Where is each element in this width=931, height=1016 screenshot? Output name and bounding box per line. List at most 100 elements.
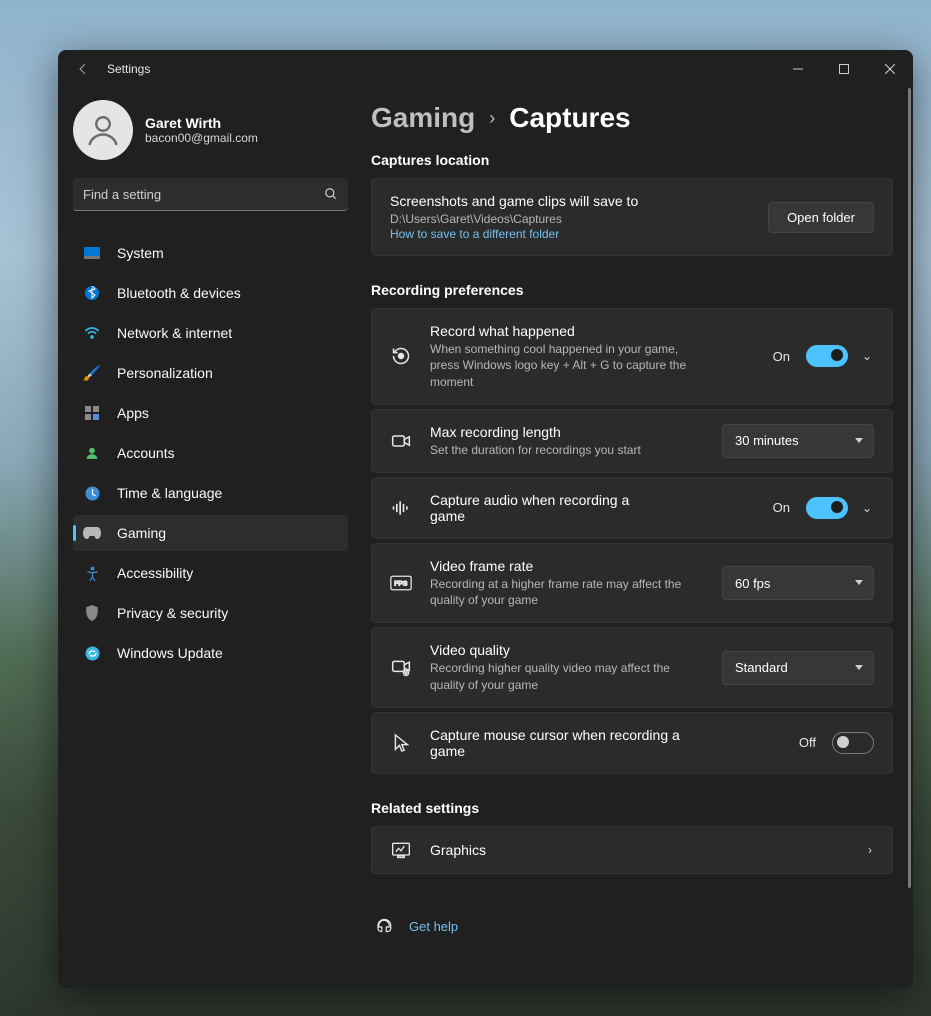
- display-icon: [83, 247, 101, 259]
- setting-title: Record what happened: [430, 323, 755, 339]
- record-toggle[interactable]: [806, 345, 848, 367]
- sidebar-item-accessibility[interactable]: Accessibility: [73, 555, 348, 591]
- maximize-button[interactable]: [821, 53, 867, 85]
- recording-preferences-section: Recording preferences Record what happen…: [371, 282, 893, 774]
- update-icon: [83, 646, 101, 661]
- content-pane: Gaming › Captures Captures location Scre…: [363, 88, 913, 988]
- setting-title: Video frame rate: [430, 558, 704, 574]
- nav-label: Personalization: [117, 365, 213, 381]
- setting-title: Capture audio when recording a game: [430, 492, 660, 524]
- nav-label: Bluetooth & devices: [117, 285, 241, 301]
- clock-icon: [83, 486, 101, 501]
- page-title: Captures: [509, 102, 630, 134]
- search-input[interactable]: Find a setting: [73, 178, 348, 211]
- help-icon: [375, 918, 393, 936]
- sidebar-item-windows-update[interactable]: Windows Update: [73, 635, 348, 671]
- nav-label: Time & language: [117, 485, 222, 501]
- captures-location-section: Captures location Screenshots and game c…: [371, 152, 893, 256]
- captures-location-path: D:\Users\Garet\Videos\Captures: [390, 211, 750, 227]
- setting-title: Max recording length: [430, 424, 704, 440]
- maximize-icon: [839, 64, 849, 74]
- nav-label: Accounts: [117, 445, 175, 461]
- back-button[interactable]: [73, 59, 93, 79]
- sidebar-item-apps[interactable]: Apps: [73, 395, 348, 431]
- chevron-down-icon[interactable]: ⌄: [860, 501, 874, 515]
- nav-label: Apps: [117, 405, 149, 421]
- minimize-icon: [793, 64, 803, 74]
- audio-toggle[interactable]: [806, 497, 848, 519]
- settings-window: Settings Garet Wirth bacon00@gmail.com: [58, 50, 913, 988]
- max-length-select[interactable]: 30 minutes: [722, 424, 874, 458]
- profile-name: Garet Wirth: [145, 115, 258, 131]
- sidebar-item-gaming[interactable]: Gaming: [73, 515, 348, 551]
- breadcrumb-parent[interactable]: Gaming: [371, 102, 475, 134]
- video-quality-setting: Video quality Recording higher quality v…: [371, 627, 893, 707]
- section-heading: Recording preferences: [371, 282, 893, 298]
- nav-label: Gaming: [117, 525, 166, 541]
- shield-icon: [83, 605, 101, 621]
- setting-title: Video quality: [430, 642, 704, 658]
- toggle-state: On: [773, 349, 790, 364]
- nav-label: Network & internet: [117, 325, 232, 341]
- window-controls: [775, 53, 913, 85]
- search-placeholder: Find a setting: [83, 187, 324, 202]
- toggle-state: On: [773, 500, 790, 515]
- breadcrumb: Gaming › Captures: [371, 102, 893, 134]
- nav-label: Accessibility: [117, 565, 193, 581]
- cursor-toggle[interactable]: [832, 732, 874, 754]
- sidebar-item-time-language[interactable]: Time & language: [73, 475, 348, 511]
- section-heading: Captures location: [371, 152, 893, 168]
- accessibility-icon: [83, 566, 101, 581]
- video-quality-select[interactable]: Standard: [722, 651, 874, 685]
- chevron-right-icon: ›: [489, 108, 495, 129]
- how-to-save-link[interactable]: How to save to a different folder: [390, 227, 750, 241]
- profile-email: bacon00@gmail.com: [145, 131, 258, 145]
- video-frame-rate-setting: FPS Video frame rate Recording at a high…: [371, 543, 893, 623]
- sidebar-item-system[interactable]: System: [73, 235, 348, 271]
- audio-waveform-icon: [390, 499, 412, 517]
- scrollbar[interactable]: [908, 88, 911, 888]
- minimize-button[interactable]: [775, 53, 821, 85]
- search-icon: [324, 187, 338, 201]
- get-help-link[interactable]: Get help: [371, 900, 893, 936]
- related-title: Graphics: [430, 842, 848, 858]
- record-what-happened-setting: Record what happened When something cool…: [371, 308, 893, 405]
- video-camera-icon: [390, 432, 412, 450]
- sidebar-item-network[interactable]: Network & internet: [73, 315, 348, 351]
- setting-desc: Set the duration for recordings you star…: [430, 442, 704, 458]
- close-button[interactable]: [867, 53, 913, 85]
- graphics-icon: [390, 841, 412, 859]
- max-recording-length-setting: Max recording length Set the duration fo…: [371, 409, 893, 473]
- frame-rate-select[interactable]: 60 fps: [722, 566, 874, 600]
- capture-cursor-setting: Capture mouse cursor when recording a ga…: [371, 712, 893, 774]
- window-body: Garet Wirth bacon00@gmail.com Find a set…: [58, 88, 913, 988]
- gamepad-icon: [83, 527, 101, 539]
- related-settings-section: Related settings Graphics ›: [371, 800, 893, 874]
- related-graphics-link[interactable]: Graphics ›: [371, 826, 893, 874]
- toggle-state: Off: [799, 735, 816, 750]
- sidebar-item-bluetooth[interactable]: Bluetooth & devices: [73, 275, 348, 311]
- sidebar-item-personalization[interactable]: 🖌️ Personalization: [73, 355, 348, 391]
- sidebar-item-accounts[interactable]: Accounts: [73, 435, 348, 471]
- setting-desc: Recording at a higher frame rate may aff…: [430, 576, 704, 608]
- bluetooth-icon: [83, 286, 101, 300]
- capture-audio-setting: Capture audio when recording a game On ⌄: [371, 477, 893, 539]
- avatar: [73, 100, 133, 160]
- open-folder-button[interactable]: Open folder: [768, 202, 874, 233]
- accounts-icon: [83, 446, 101, 460]
- wifi-icon: [83, 327, 101, 339]
- nav-list: System Bluetooth & devices Network & int…: [73, 235, 348, 675]
- captures-location-card: Screenshots and game clips will save to …: [371, 178, 893, 256]
- paintbrush-icon: 🖌️: [83, 364, 101, 382]
- captures-location-title: Screenshots and game clips will save to: [390, 193, 750, 209]
- section-heading: Related settings: [371, 800, 893, 816]
- setting-desc: When something cool happened in your gam…: [430, 341, 690, 390]
- nav-label: Windows Update: [117, 645, 223, 661]
- setting-title: Capture mouse cursor when recording a ga…: [430, 727, 710, 759]
- sidebar-item-privacy[interactable]: Privacy & security: [73, 595, 348, 631]
- chevron-down-icon[interactable]: ⌄: [860, 349, 874, 363]
- desktop-wallpaper: Settings Garet Wirth bacon00@gmail.com: [0, 0, 931, 1016]
- video-quality-icon: [390, 659, 412, 677]
- profile-block[interactable]: Garet Wirth bacon00@gmail.com: [73, 100, 348, 160]
- window-title: Settings: [107, 62, 150, 76]
